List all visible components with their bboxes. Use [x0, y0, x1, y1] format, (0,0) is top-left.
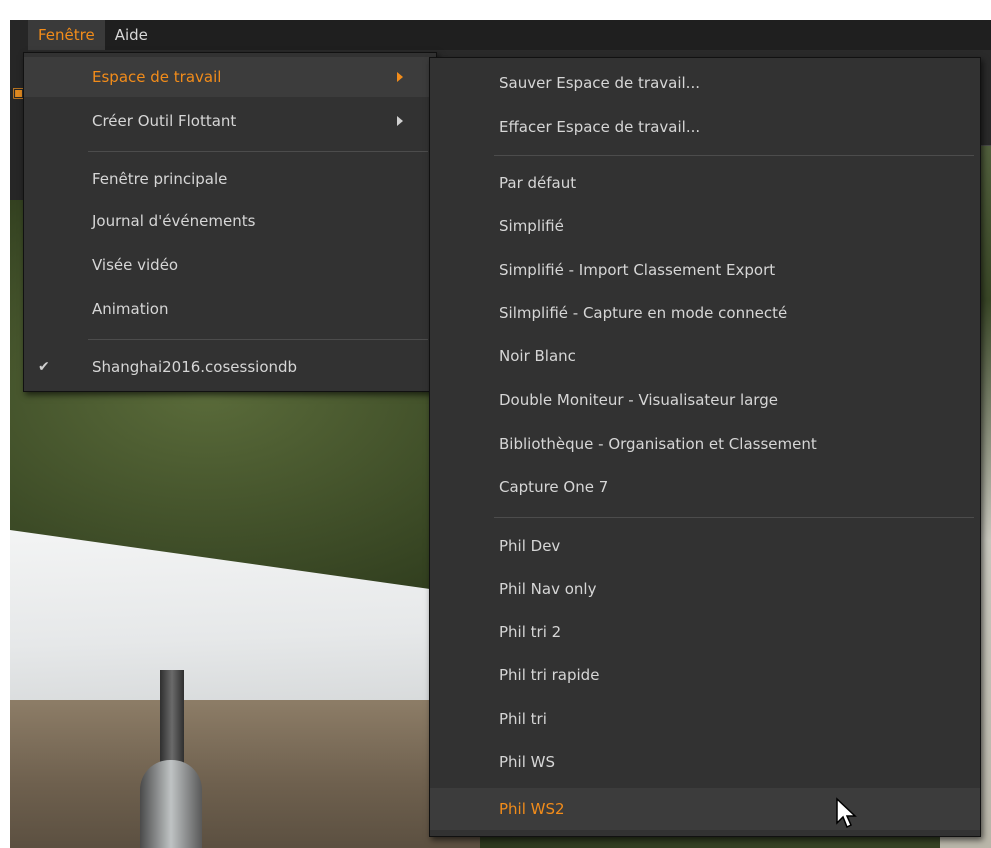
- menu-item-effacer-espace[interactable]: Effacer Espace de travail...: [430, 107, 980, 147]
- menu-item-label: Animation: [92, 300, 169, 318]
- menu-item-label: Shanghai2016.cosessiondb: [92, 358, 298, 376]
- menu-item-sauver-espace[interactable]: Sauver Espace de travail...: [430, 63, 980, 103]
- menu-item-simplifie-import[interactable]: Simplifié - Import Classement Export: [430, 250, 980, 290]
- menu-item-label: Par défaut: [499, 174, 577, 192]
- menu-separator: [494, 155, 974, 156]
- menu-item-session[interactable]: ✔ Shanghai2016.cosessiondb: [24, 347, 436, 387]
- menu-item-double-moniteur[interactable]: Double Moniteur - Visualisateur large: [430, 380, 980, 420]
- menu-item-visee-video[interactable]: Visée vidéo: [24, 245, 436, 285]
- menu-item-label: Phil tri: [499, 710, 547, 728]
- window-menu: Espace de travail Créer Outil Flottant F…: [23, 52, 437, 392]
- menu-separator: [494, 517, 974, 518]
- menu-item-fenetre-principale[interactable]: Fenêtre principale: [24, 159, 436, 199]
- workspace-submenu: Sauver Espace de travail... Effacer Espa…: [429, 57, 981, 837]
- menu-item-creer-outil-flottant[interactable]: Créer Outil Flottant: [24, 101, 436, 141]
- menu-item-label: Silmplifié - Capture en mode connecté: [499, 304, 788, 322]
- submenu-arrow-icon: [397, 116, 403, 126]
- menu-bar: Fenêtre Aide: [28, 20, 991, 50]
- menu-item-animation[interactable]: Animation: [24, 289, 436, 329]
- menu-item-capture-one-7[interactable]: Capture One 7: [430, 467, 980, 507]
- menu-item-label: Simplifié - Import Classement Export: [499, 261, 776, 279]
- awning: [10, 700, 480, 848]
- menu-item-espace-de-travail[interactable]: Espace de travail: [24, 57, 436, 97]
- menu-item-phil-tri[interactable]: Phil tri: [430, 699, 980, 739]
- menu-item-label: Phil tri 2: [499, 623, 562, 641]
- menu-item-label: Double Moniteur - Visualisateur large: [499, 391, 778, 409]
- menu-item-label: Phil WS2: [499, 800, 565, 818]
- menu-item-noir-blanc[interactable]: Noir Blanc: [430, 336, 980, 376]
- menu-item-label: Capture One 7: [499, 478, 609, 496]
- menu-separator: [88, 339, 428, 340]
- menu-item-simplifie-capture[interactable]: Silmplifié - Capture en mode connecté: [430, 293, 980, 333]
- menu-item-phil-tri-2[interactable]: Phil tri 2: [430, 612, 980, 652]
- menu-item-label: Fenêtre principale: [92, 170, 228, 188]
- menu-item-label: Journal d'événements: [92, 212, 256, 230]
- checkmark-icon: ✔: [38, 359, 50, 375]
- menu-item-label: Simplifié: [499, 217, 564, 235]
- street-lamp: [140, 760, 202, 848]
- menu-separator: [88, 151, 428, 152]
- submenu-arrow-icon: [397, 72, 403, 82]
- menu-item-label: Visée vidéo: [92, 256, 179, 274]
- menu-item-par-defaut[interactable]: Par défaut: [430, 163, 980, 203]
- menu-item-label: Bibliothèque - Organisation et Classemen…: [499, 435, 817, 453]
- menu-aide[interactable]: Aide: [105, 20, 158, 50]
- menu-item-journal-evenements[interactable]: Journal d'événements: [24, 201, 436, 241]
- menu-item-label: Créer Outil Flottant: [92, 112, 237, 130]
- menu-item-label: Espace de travail: [92, 68, 222, 86]
- menu-item-label: Phil Nav only: [499, 580, 597, 598]
- menu-item-label: Phil tri rapide: [499, 666, 600, 684]
- menu-item-phil-ws2[interactable]: Phil WS2: [430, 788, 980, 830]
- menu-fenetre[interactable]: Fenêtre: [28, 20, 105, 50]
- menu-item-phil-dev[interactable]: Phil Dev: [430, 526, 980, 566]
- menu-item-label: Noir Blanc: [499, 347, 576, 365]
- menu-item-label: Phil Dev: [499, 537, 561, 555]
- menu-item-label: Effacer Espace de travail...: [499, 118, 701, 136]
- menu-item-label: Phil WS: [499, 753, 556, 771]
- menu-item-bibliotheque[interactable]: Bibliothèque - Organisation et Classemen…: [430, 424, 980, 464]
- menu-item-phil-ws[interactable]: Phil WS: [430, 742, 980, 782]
- menu-item-label: Sauver Espace de travail...: [499, 74, 700, 92]
- menu-item-phil-nav-only[interactable]: Phil Nav only: [430, 569, 980, 609]
- menu-item-simplifie[interactable]: Simplifié: [430, 206, 980, 246]
- menu-item-phil-tri-rapide[interactable]: Phil tri rapide: [430, 655, 980, 695]
- mouse-pointer-icon: [836, 797, 857, 829]
